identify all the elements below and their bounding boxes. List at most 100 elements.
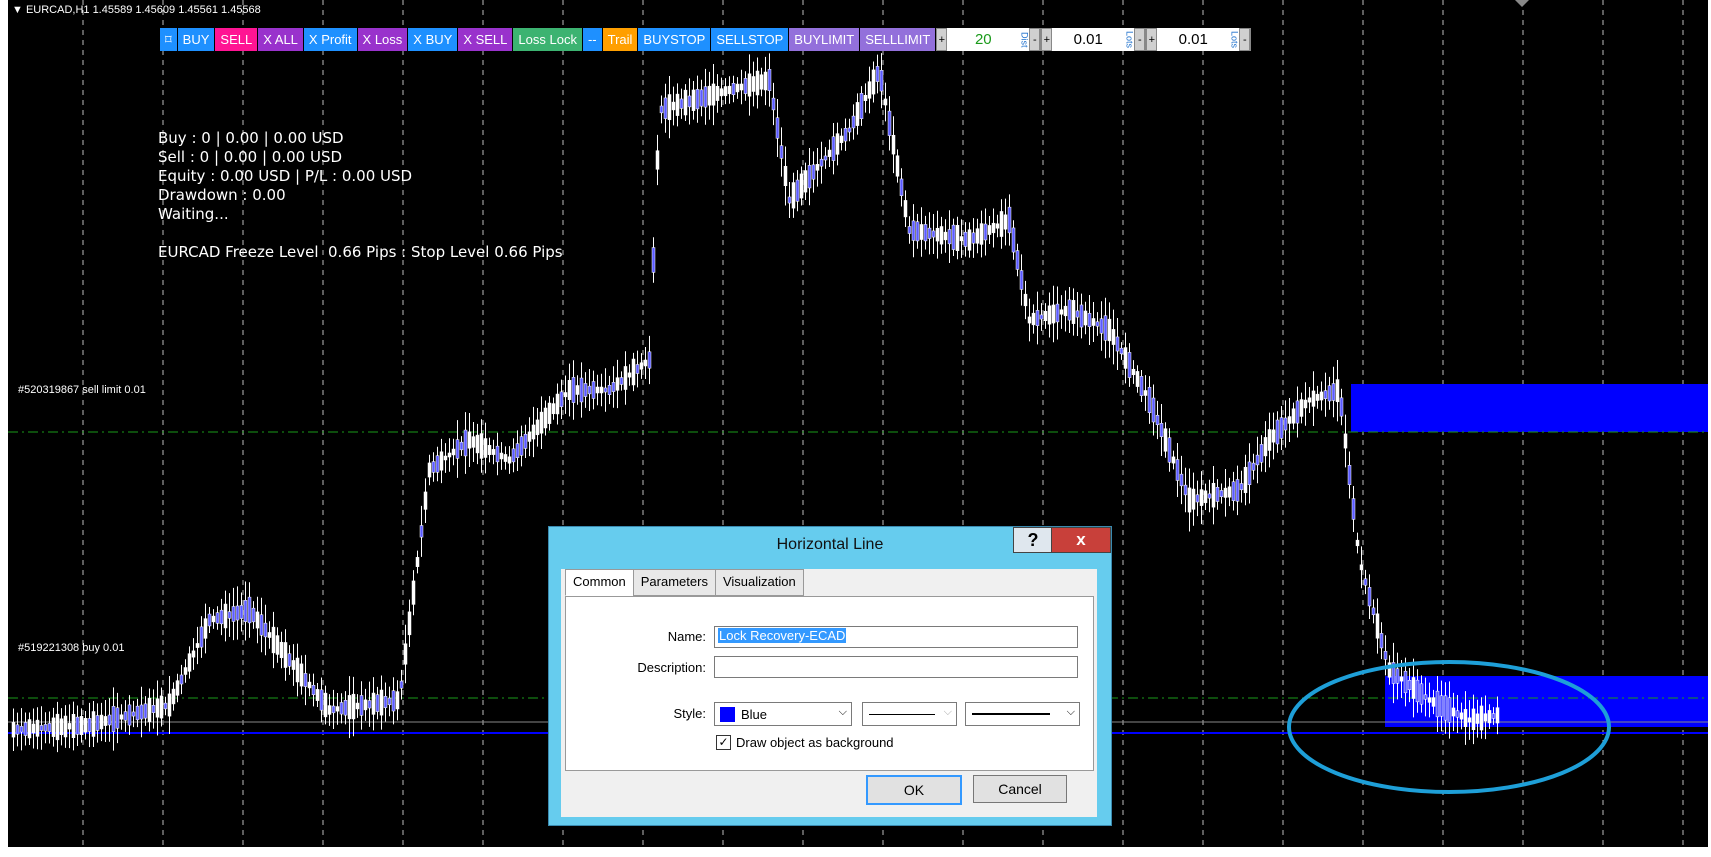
candle-body <box>591 381 596 399</box>
buylimit-button[interactable]: BUYLIMIT <box>789 28 861 51</box>
candle-body <box>1379 633 1384 649</box>
description-field[interactable] <box>714 656 1078 678</box>
buystop-button[interactable]: BUYSTOP <box>638 28 712 51</box>
candle-body <box>1475 713 1480 724</box>
candle-body <box>515 443 520 458</box>
candle-body <box>1311 390 1316 407</box>
candle-body <box>1251 462 1256 471</box>
candle-body <box>559 391 564 408</box>
candle-body <box>267 632 272 638</box>
candle-body <box>503 454 508 462</box>
candle-body <box>371 692 376 715</box>
candle-body <box>1027 316 1032 324</box>
lots1-increase-button[interactable]: + <box>1041 28 1053 51</box>
candle-body <box>963 231 968 247</box>
candle-body <box>51 717 56 737</box>
loss-lock-button[interactable]: Loss Lock <box>513 28 583 51</box>
account-info: Buy : 0 | 0.00 | 0.00 USD Sell : 0 | 0.0… <box>158 129 563 262</box>
candle-body <box>903 200 908 218</box>
lots1-value[interactable]: 0.01 <box>1052 31 1124 48</box>
help-button[interactable]: ? <box>1013 527 1053 553</box>
ok-button[interactable]: OK <box>866 775 962 805</box>
collapse-arrow-icon[interactable] <box>1515 0 1529 7</box>
candle-body <box>111 706 116 732</box>
buy-summary: Buy : 0 | 0.00 | 0.00 USD <box>158 129 344 147</box>
line-style-select[interactable]: ⌵ <box>862 702 957 726</box>
lots2-decrease-button[interactable]: - <box>1239 28 1251 51</box>
lots2-value[interactable]: 0.01 <box>1157 31 1229 48</box>
name-label: Name: <box>667 629 706 644</box>
candle-body <box>63 715 68 738</box>
candle-body <box>479 433 484 459</box>
dist-value[interactable]: 20 <box>947 31 1019 48</box>
trail-button[interactable]: Trail <box>602 28 639 51</box>
candle-body <box>807 165 812 189</box>
candle-body <box>447 452 452 458</box>
close-profit-button[interactable]: X Profit <box>303 28 358 51</box>
buy-button[interactable]: BUY <box>177 28 216 51</box>
cancel-button[interactable]: Cancel <box>973 775 1067 803</box>
candle-body <box>859 93 864 119</box>
tab-parameters[interactable]: Parameters <box>632 569 716 596</box>
candle-body <box>1151 397 1156 423</box>
symbol-header: ▼ EURCAD,H1 1.45589 1.45609 1.45561 1.45… <box>12 4 261 16</box>
candle-body <box>1327 385 1332 402</box>
close-buy-button[interactable]: X BUY <box>408 28 459 51</box>
candle-body <box>1271 429 1276 443</box>
time-axis <box>8 847 1708 857</box>
candle-body <box>595 386 600 394</box>
selllimit-button[interactable]: SELLLIMIT <box>860 28 937 51</box>
candle-body <box>1055 303 1060 323</box>
candle-body <box>1295 400 1300 424</box>
candle-body <box>799 173 804 199</box>
candle-body <box>131 711 136 717</box>
candle-body <box>599 386 604 394</box>
candle-body <box>1267 429 1272 451</box>
draw-background-checkbox[interactable]: ✓ Draw object as background <box>716 735 894 750</box>
sell-limit-order-label[interactable]: #520319867 sell limit 0.01 <box>18 384 146 396</box>
buy-order-label[interactable]: #519221308 buy 0.01 <box>18 642 124 654</box>
candle-body <box>303 673 308 687</box>
candle-body <box>499 452 504 460</box>
close-sell-button[interactable]: X SELL <box>458 28 514 51</box>
candle-body <box>1139 376 1144 396</box>
close-loss-button[interactable]: X Loss <box>357 28 409 51</box>
candle-body <box>399 680 404 689</box>
candle-body <box>1331 383 1336 401</box>
close-all-button[interactable]: X ALL <box>258 28 304 51</box>
candle-body <box>103 716 108 726</box>
candle-body <box>911 220 916 241</box>
sell-button[interactable]: SELL <box>215 28 259 51</box>
line-width-select[interactable]: ⌵ <box>965 702 1080 726</box>
candle-body <box>1287 416 1292 424</box>
candle-body <box>151 705 156 713</box>
chevron-down-icon: ⌵ <box>838 706 847 718</box>
candle-body <box>727 85 732 95</box>
candle-body <box>519 436 524 456</box>
close-button[interactable]: x <box>1051 527 1111 553</box>
lots1-decrease-button[interactable]: - <box>1134 28 1146 51</box>
sellstop-button[interactable]: SELLSTOP <box>711 28 790 51</box>
tab-common[interactable]: Common <box>565 569 634 596</box>
lots2-increase-button[interactable]: + <box>1146 28 1158 51</box>
candle-body <box>483 438 488 458</box>
separator-button[interactable]: -- <box>582 28 603 51</box>
candle-body <box>171 688 176 705</box>
candle-body <box>695 89 700 110</box>
style-label: Style: <box>673 706 706 721</box>
dist-increase-button[interactable]: + <box>936 28 948 51</box>
candle-body <box>1147 386 1152 414</box>
name-field[interactable] <box>714 626 1078 648</box>
candle-body <box>1095 321 1100 327</box>
candle-body <box>775 117 780 139</box>
trade-toolbar: ⌑ BUY SELL X ALL X Profit X Loss X BUY X… <box>160 28 1252 51</box>
tab-visualization[interactable]: Visualization <box>714 569 804 596</box>
dist-decrease-button[interactable]: - <box>1029 28 1041 51</box>
drag-handle-icon[interactable]: ⌑ <box>160 28 178 51</box>
candle-body <box>339 702 344 715</box>
color-select[interactable]: Blue ⌵ <box>714 702 852 726</box>
candle-body <box>771 97 776 111</box>
candle-body <box>1119 347 1124 355</box>
candle-body <box>563 392 568 398</box>
candle-body <box>427 462 432 478</box>
